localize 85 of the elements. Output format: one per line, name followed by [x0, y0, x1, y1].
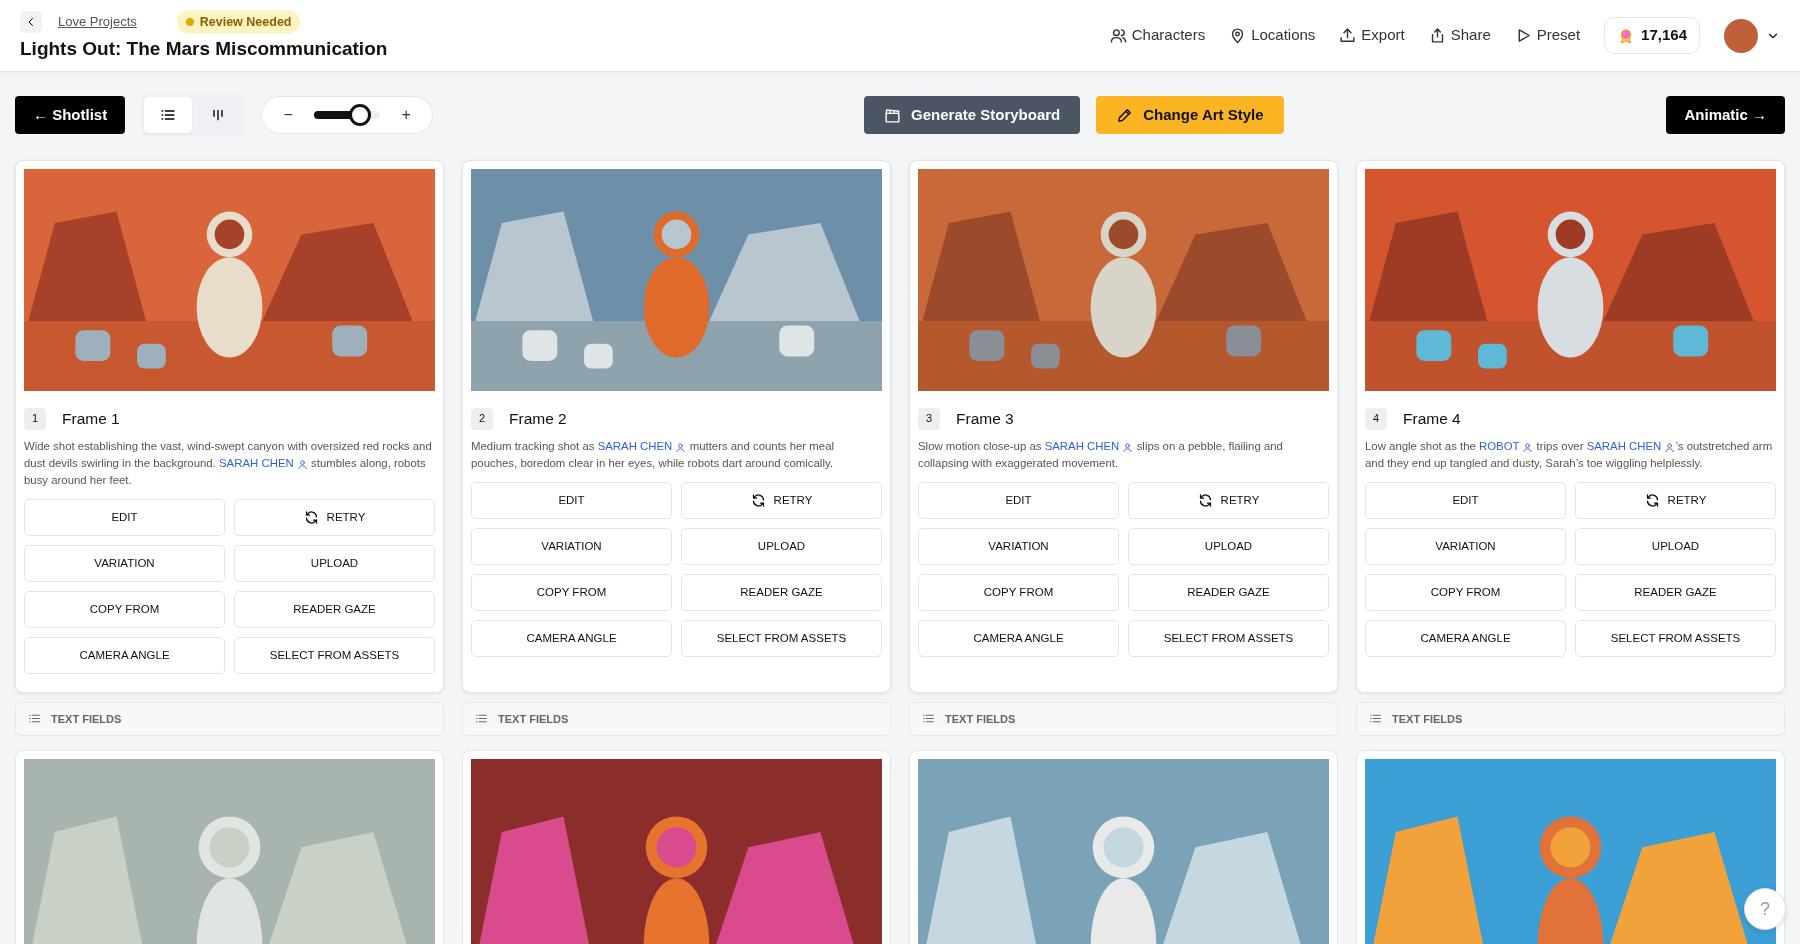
frame-number: 3 [918, 407, 940, 430]
action-button[interactable]: COPY FROM [918, 574, 1119, 611]
frame-description: Low angle shot as the ROBOT trips over SARAH CHEN ’s outstretched arm and they end up tangled and dusty, Sarah’s toe wiggling helplessly. [1365, 439, 1774, 472]
shotlist-button[interactable]: ← Shotlist [15, 96, 126, 134]
action-button[interactable]: VARIATION [1365, 528, 1566, 565]
frame-title: Frame 3 [956, 409, 1014, 429]
text-fields-toggle[interactable]: TEXT FIELDS [909, 701, 1338, 736]
frame-description: Wide shot establishing the vast, wind-swept canyon with oversized red rocks and dust devils swirling in the background. SARAH CHEN stumbles along, robots busy around her feet. [24, 439, 433, 488]
action-button[interactable]: READER GAZE [234, 590, 435, 628]
action-button[interactable]: EDIT [471, 482, 672, 519]
avatar[interactable] [1724, 18, 1758, 53]
character-link[interactable]: SARAH CHEN [597, 440, 687, 453]
status-badge: Review Needed [176, 9, 301, 35]
action-button[interactable]: COPY FROM [24, 590, 225, 628]
action-button[interactable]: SELECT FROM ASSETS [1128, 620, 1329, 657]
frame-title: Frame 1 [62, 409, 120, 429]
action-button[interactable]: UPLOAD [1128, 528, 1329, 565]
action-button[interactable]: UPLOAD [1575, 528, 1776, 565]
retry-button[interactable]: RETRY [681, 482, 882, 519]
action-button[interactable]: EDIT [24, 498, 225, 536]
character-link[interactable]: SARAH CHEN [1044, 440, 1134, 453]
breadcrumb-link[interactable]: Love Projects [58, 12, 137, 32]
text-fields-toggle[interactable]: TEXT FIELDS [15, 701, 444, 736]
frame-number: 2 [471, 407, 493, 430]
frame-description: Slow motion close-up as SARAH CHEN slips on a pebble, flailing and collapsing with exaggerated movement. [918, 439, 1284, 472]
action-button[interactable]: SELECT FROM ASSETS [1575, 620, 1776, 657]
character-link[interactable]: SARAH CHEN [1586, 440, 1676, 453]
zoom-out-button[interactable]: − [276, 103, 301, 127]
action-button[interactable]: EDIT [918, 482, 1119, 519]
person-icon [1122, 441, 1134, 453]
pencil-icon [1116, 106, 1134, 124]
action-button[interactable]: CAMERA ANGLE [24, 636, 225, 674]
action-button[interactable]: VARIATION [471, 528, 672, 565]
action-button[interactable]: SELECT FROM ASSETS [681, 620, 882, 657]
upload-icon [1339, 27, 1357, 44]
person-icon [675, 441, 687, 453]
action-button[interactable]: VARIATION [24, 544, 225, 582]
action-button[interactable]: CAMERA ANGLE [1365, 620, 1566, 657]
person-icon [1664, 441, 1676, 453]
retry-button[interactable]: RETRY [234, 498, 435, 536]
action-button[interactable]: UPLOAD [681, 528, 882, 565]
clapperboard-icon [884, 106, 902, 124]
nav-link[interactable]: Characters [1109, 24, 1206, 47]
action-button[interactable]: READER GAZE [1128, 574, 1329, 611]
zoom-in-button[interactable]: + [394, 103, 419, 127]
refresh-icon [750, 493, 766, 508]
action-button[interactable]: CAMERA ANGLE [471, 620, 672, 657]
people-icon [1109, 27, 1127, 44]
character-link[interactable]: SARAH CHEN [219, 457, 308, 470]
frame-description: Medium tracking shot as SARAH CHEN mutters and counts her meal pouches, boredom clear in her eyes, while robots dart around comically. [471, 439, 835, 472]
refresh-icon [1644, 493, 1660, 508]
person-icon [296, 458, 308, 470]
list-icon [160, 107, 177, 123]
change-art-style-button[interactable]: Change Art Style [1096, 96, 1284, 134]
text-fields-toggle[interactable]: TEXT FIELDS [462, 701, 891, 736]
action-button[interactable]: UPLOAD [234, 544, 435, 582]
person-icon [1522, 441, 1534, 453]
character-link[interactable]: ROBOT [1479, 440, 1534, 453]
project-title: Lights Out: The Mars Miscommunication [20, 38, 388, 62]
frame-number: 1 [24, 407, 46, 430]
action-button[interactable]: COPY FROM [471, 574, 672, 611]
zoom-slider[interactable] [314, 104, 381, 126]
frame-title: Frame 4 [1403, 409, 1461, 429]
refresh-icon [1197, 493, 1213, 508]
action-button[interactable]: EDIT [1365, 482, 1566, 519]
refresh-icon [303, 509, 319, 525]
action-button[interactable]: CAMERA ANGLE [918, 620, 1119, 657]
retry-button[interactable]: RETRY [1128, 482, 1329, 519]
credits-counter: 17,164 [1604, 17, 1700, 54]
action-button[interactable]: READER GAZE [1575, 574, 1776, 611]
text-fields-toggle[interactable]: TEXT FIELDS [1356, 701, 1785, 736]
action-button[interactable]: COPY FROM [1365, 574, 1566, 611]
nav-link[interactable]: Preset [1514, 24, 1581, 47]
generate-storyboard-button[interactable]: Generate Storyboard [864, 96, 1081, 134]
nav-link[interactable]: Locations [1229, 24, 1316, 47]
frame-title: Frame 2 [509, 409, 567, 429]
frame-number: 4 [1365, 407, 1387, 430]
animatic-button[interactable]: Animatic → [1666, 96, 1785, 134]
nav-link[interactable]: Share [1428, 24, 1491, 47]
action-button[interactable]: VARIATION [918, 528, 1119, 565]
list-view-tab[interactable] [144, 97, 193, 133]
retry-button[interactable]: RETRY [1575, 482, 1776, 519]
action-button[interactable]: SELECT FROM ASSETS [234, 636, 435, 674]
nav-link[interactable]: Export [1339, 24, 1405, 47]
action-button[interactable]: READER GAZE [681, 574, 882, 611]
